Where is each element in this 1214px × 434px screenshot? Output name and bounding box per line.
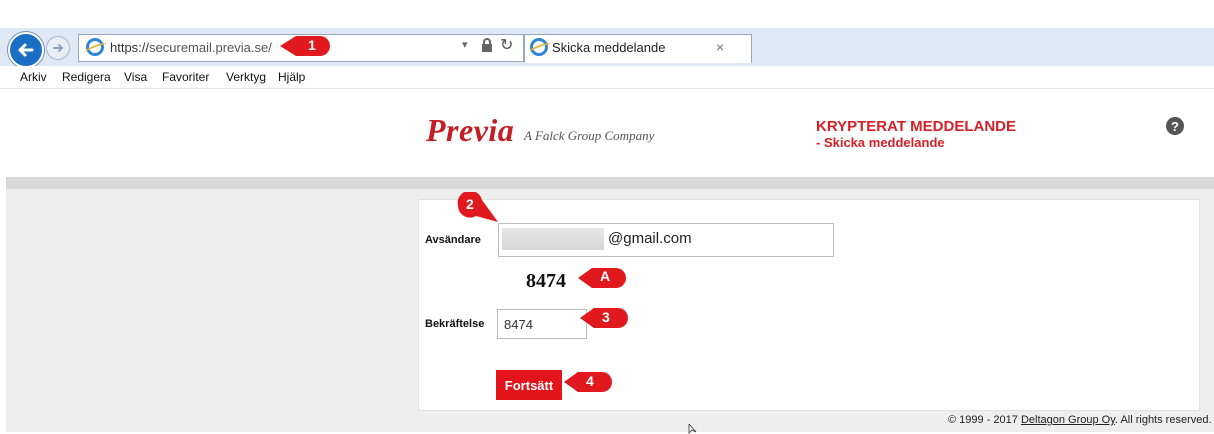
back-button[interactable] — [8, 32, 44, 68]
header-divider — [6, 177, 1214, 189]
refresh-icon[interactable]: ↻ — [500, 35, 513, 55]
tab-close-icon[interactable]: × — [716, 39, 724, 55]
redacted-email-user — [502, 228, 604, 250]
callout-4: 4 — [562, 366, 612, 394]
callout-3: 3 — [578, 304, 628, 332]
sender-email-domain: @gmail.com — [608, 230, 692, 247]
menu-item-arkiv[interactable]: Arkiv — [20, 70, 47, 84]
footer-rights: All rights reserved. — [1120, 414, 1212, 426]
tab-title[interactable]: Skicka meddelande — [552, 40, 665, 55]
footer-company-link[interactable]: Deltagon Group Oy — [1021, 414, 1115, 426]
continue-button[interactable]: Fortsätt — [496, 370, 562, 400]
confirm-label: Bekräftelse — [425, 318, 485, 330]
address-dropdown-icon[interactable]: ▾ — [462, 38, 468, 51]
url-scheme: https:// — [110, 40, 150, 55]
lock-icon[interactable] — [481, 38, 493, 52]
mouse-cursor-icon — [688, 424, 697, 434]
footer-years: © 1999 - 2017 — [948, 414, 1018, 426]
footer-copyright: © 1999 - 2017 Deltagon Group Oy. All rig… — [948, 414, 1212, 426]
page-title: KRYPTERAT MEDDELANDE — [816, 118, 1017, 135]
menu-item-visa[interactable]: Visa — [124, 70, 147, 84]
arrow-left-icon — [18, 43, 34, 57]
url-host: securemail.previa.se/ — [149, 40, 272, 55]
forward-button[interactable] — [46, 36, 70, 60]
logo-tagline: A Falck Group Company — [524, 128, 655, 143]
menu-item-hjalp[interactable]: Hjälp — [278, 70, 305, 84]
callout-1-label: 1 — [308, 37, 316, 53]
captcha-code: 8474 — [526, 270, 566, 292]
callout-2: 2 — [454, 190, 502, 228]
callout-1: 1 — [278, 32, 330, 60]
sender-label: Avsändare — [425, 234, 481, 246]
tab-ie-icon — [530, 38, 548, 56]
arrow-right-icon — [53, 44, 64, 52]
callout-3-label: 3 — [602, 309, 610, 325]
previa-logo: Previa — [426, 112, 515, 148]
callout-4-label: 4 — [586, 373, 594, 389]
ie-page-icon — [86, 38, 104, 56]
address-url[interactable]: https://securemail.previa.se/ — [110, 40, 272, 55]
menu-item-favoriter[interactable]: Favoriter — [162, 70, 209, 84]
callout-a: A — [576, 262, 626, 290]
confirm-code-input[interactable]: 8474 — [497, 309, 587, 339]
page-subtitle: - Skicka meddelande — [816, 135, 945, 150]
menu-item-redigera[interactable]: Redigera — [62, 70, 111, 84]
callout-a-label: A — [600, 268, 611, 284]
menu-item-verktyg[interactable]: Verktyg — [226, 70, 266, 84]
help-icon[interactable]: ? — [1166, 117, 1184, 135]
callout-2-label: 2 — [466, 196, 474, 212]
